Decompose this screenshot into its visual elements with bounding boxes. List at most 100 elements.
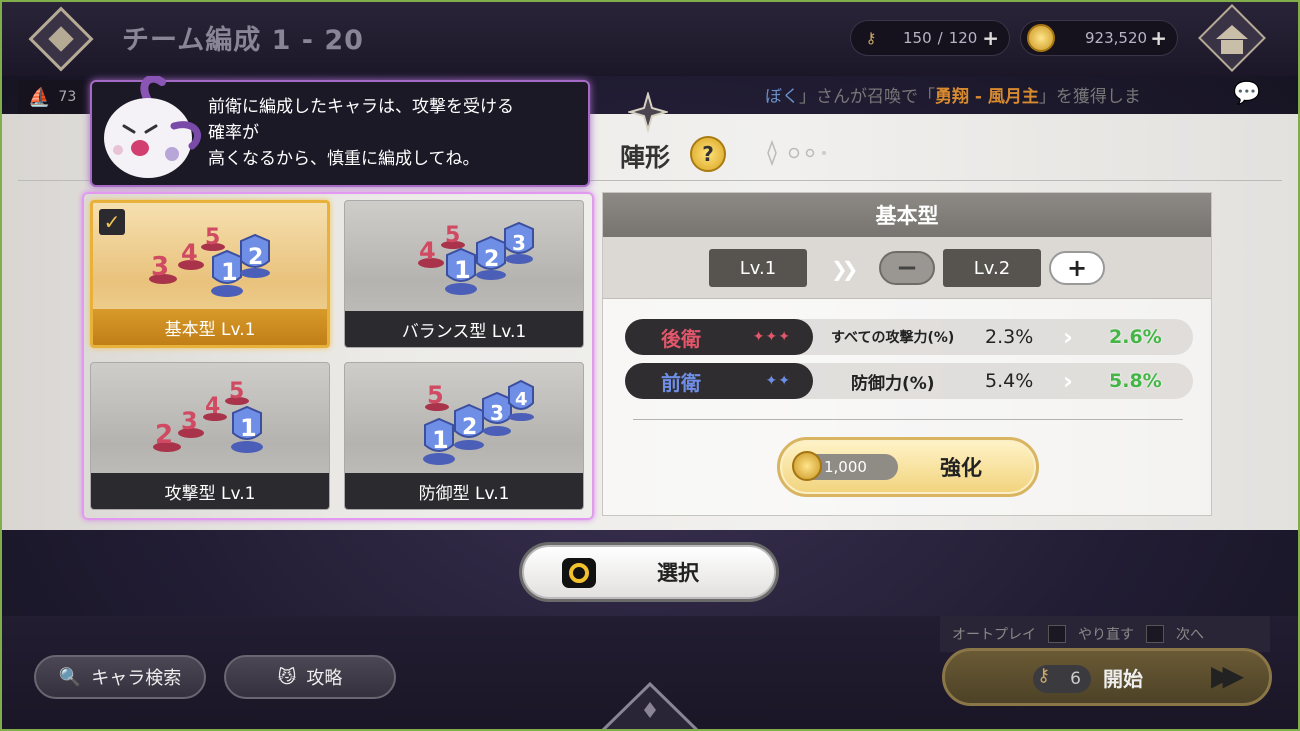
current-level: Lv.1 bbox=[709, 249, 807, 287]
selected-check-icon: ✓ bbox=[99, 209, 125, 235]
svg-text:4: 4 bbox=[205, 394, 220, 419]
guide-label: 攻略 bbox=[306, 668, 343, 689]
formation-title: 陣形 bbox=[620, 143, 671, 172]
svg-text:1: 1 bbox=[240, 414, 257, 442]
svg-text:5: 5 bbox=[205, 225, 220, 250]
chat-icon: 💬 bbox=[1233, 80, 1261, 106]
decorative-dots-icon bbox=[767, 140, 826, 166]
stat-current: 5.4% bbox=[985, 370, 1034, 392]
stat-name: 防御力(%) bbox=[851, 373, 935, 394]
stamina-separator: / bbox=[937, 29, 943, 47]
back-button[interactable] bbox=[28, 6, 94, 72]
svg-text:2: 2 bbox=[484, 247, 499, 272]
formation-balance-diagram: 4 5 1 2 3 bbox=[418, 221, 534, 295]
ticker-tail: 」を獲得しま bbox=[1038, 86, 1141, 107]
formation-card-defense[interactable]: 5 1 2 3 4 防御型 Lv.1 bbox=[344, 362, 584, 510]
stat-row-rear: 後衛 ✦✦✦ すべての攻撃力(%) 2.3% › 2.6% bbox=[625, 319, 1193, 355]
ticker-item: 勇翔 - 風月主 bbox=[935, 86, 1039, 107]
retry-label: やり直す bbox=[1078, 627, 1134, 643]
svg-text:4: 4 bbox=[181, 239, 198, 267]
svg-text:3: 3 bbox=[490, 401, 504, 425]
level-arrow-icon: ❯❯ bbox=[831, 257, 858, 281]
screen-title: チーム編成 1 - 20 bbox=[122, 25, 364, 56]
svg-text:4: 4 bbox=[419, 237, 436, 265]
rear-stars-icon: ✦✦✦ bbox=[752, 329, 791, 345]
position-label: 前衛 bbox=[661, 370, 701, 395]
position-label: 後衛 bbox=[661, 326, 701, 351]
tutorial-line-1: 前衛に編成したキャラは、攻撃を受ける bbox=[208, 97, 514, 117]
stat-row-front: 前衛 ✦✦ 防御力(%) 5.4% › 5.8% bbox=[625, 363, 1193, 399]
stamina-counter: ⚷ 150 / 120 + bbox=[850, 20, 1010, 56]
tutorial-line-3: 高くなるから、慎重に編成してね。 bbox=[208, 149, 480, 169]
svg-text:1: 1 bbox=[221, 258, 238, 286]
add-gold-button[interactable]: + bbox=[1150, 26, 1167, 50]
formation-card-balance[interactable]: 4 5 1 2 3 バランス型 Lv.1 bbox=[344, 200, 584, 348]
svg-text:2: 2 bbox=[248, 245, 263, 270]
character-search-label: キャラ検索 bbox=[91, 668, 182, 689]
next-level: Lv.2 bbox=[943, 249, 1041, 287]
svg-text:3: 3 bbox=[512, 231, 526, 255]
enhance-button[interactable]: 1,000 強化 bbox=[777, 437, 1039, 497]
auto-play-label: オートプレイ bbox=[952, 627, 1036, 643]
tutorial-line-2: 確率が bbox=[208, 123, 259, 143]
announcement-ticker: ぼく 」さんが召喚で「 勇翔 - 風月主 」を獲得しま bbox=[765, 78, 1141, 110]
ship-icon: ⛵ bbox=[28, 86, 51, 108]
menu-expand-icon[interactable] bbox=[598, 676, 702, 731]
formation-card-label: 防御型 Lv.1 bbox=[345, 473, 583, 509]
svg-text:2: 2 bbox=[462, 415, 477, 440]
start-button[interactable]: 6 ⚷ 開始 ▶▶ bbox=[942, 648, 1272, 706]
ticker-middle: 」さんが召喚で「 bbox=[799, 86, 935, 107]
next-label: 次へ bbox=[1176, 627, 1204, 643]
help-button[interactable]: ? bbox=[690, 136, 726, 172]
gold-counter: 923,520 + bbox=[1020, 20, 1178, 56]
guide-button[interactable]: 😼 攻略 bbox=[224, 655, 396, 699]
search-book-icon: 🔍 bbox=[58, 666, 82, 688]
formation-attack-diagram: 2 3 4 5 1 bbox=[153, 379, 263, 453]
stat-current: 2.3% bbox=[985, 326, 1034, 348]
chat-button[interactable]: 💬 bbox=[1222, 76, 1272, 110]
mascot-icon bbox=[104, 76, 201, 178]
formation-detail: 基本型 Lv.1 ❯❯ − Lv.2 + 後衛 ✦✦✦ すべての攻撃力(%) 2… bbox=[602, 192, 1212, 516]
gold-amount: 923,520 bbox=[1085, 29, 1148, 47]
home-button[interactable] bbox=[1198, 4, 1266, 72]
formation-card-basic[interactable]: 3 4 5 1 2 ✓ 基本型 Lv.1 bbox=[90, 200, 330, 348]
add-stamina-button[interactable]: + bbox=[982, 26, 999, 50]
svg-text:1: 1 bbox=[432, 426, 449, 454]
key-icon: ⚷ bbox=[1037, 665, 1051, 686]
position-tag-front: 前衛 ✦✦ bbox=[625, 363, 813, 399]
y-button-icon bbox=[562, 558, 596, 588]
svg-text:2: 2 bbox=[155, 420, 173, 450]
ticker-counter: ⛵ 73 bbox=[18, 80, 98, 114]
gold-coin-icon bbox=[792, 451, 822, 481]
enhance-cost-value: 1,000 bbox=[824, 458, 867, 476]
start-cost-value: 6 bbox=[1070, 669, 1081, 689]
ticker-count: 73 bbox=[58, 89, 77, 105]
svg-text:3: 3 bbox=[151, 252, 169, 282]
select-label: 選択 bbox=[657, 561, 699, 585]
increase-level-button[interactable]: + bbox=[1049, 251, 1105, 285]
home-icon-base bbox=[1221, 40, 1243, 54]
select-button[interactable]: 選択 bbox=[522, 545, 776, 599]
detail-divider bbox=[633, 419, 1183, 420]
auto-play-options: オートプレイ やり直す 次へ bbox=[940, 616, 1270, 652]
enhance-cost: 1,000 bbox=[792, 451, 898, 481]
start-label: 開始 bbox=[1103, 666, 1143, 691]
home-icon bbox=[1216, 25, 1248, 39]
position-tag-rear: 後衛 ✦✦✦ bbox=[625, 319, 813, 355]
retry-checkbox[interactable] bbox=[1048, 625, 1066, 643]
detail-title: 基本型 bbox=[603, 193, 1211, 237]
formation-card-label: 基本型 Lv.1 bbox=[93, 309, 327, 345]
character-search-button[interactable]: 🔍 キャラ検索 bbox=[34, 655, 206, 699]
level-row: Lv.1 ❯❯ − Lv.2 + bbox=[603, 237, 1211, 299]
decrease-level-button[interactable]: − bbox=[879, 251, 935, 285]
svg-text:4: 4 bbox=[515, 389, 528, 410]
svg-text:5: 5 bbox=[427, 381, 444, 409]
stat-name: すべての攻撃力(%) bbox=[831, 330, 955, 346]
stat-arrow-icon: › bbox=[1063, 323, 1073, 351]
stat-next: 5.8% bbox=[1109, 370, 1162, 392]
formation-basic-diagram: 3 4 5 1 2 bbox=[149, 225, 270, 297]
formation-card-attack[interactable]: 2 3 4 5 1 攻撃型 Lv.1 bbox=[90, 362, 330, 510]
formation-defense-diagram: 5 1 2 3 4 bbox=[423, 379, 534, 465]
guide-mascot-icon: 😼 bbox=[277, 666, 297, 688]
next-checkbox[interactable] bbox=[1146, 625, 1164, 643]
